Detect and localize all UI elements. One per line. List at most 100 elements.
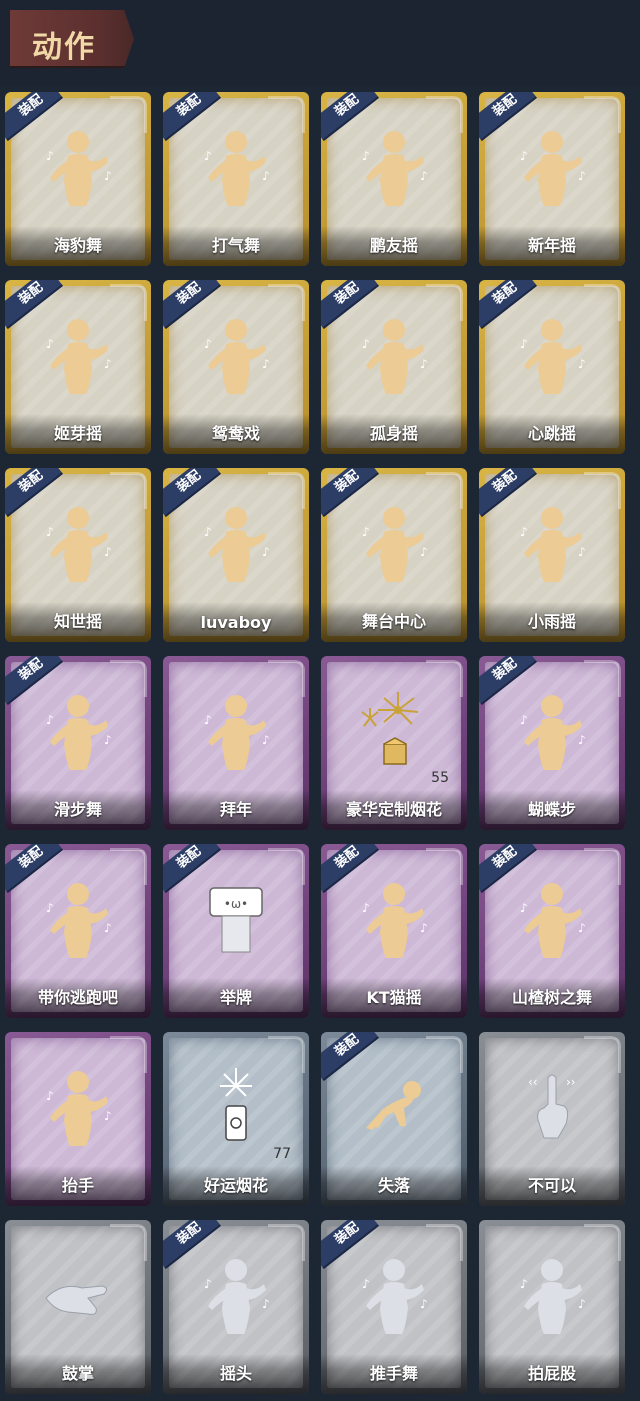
action-card[interactable]: ♪ ♪ 鸳鸯戏 装配 <box>163 280 309 454</box>
action-card[interactable]: ♪ ♪ luvaboy 装配 <box>163 468 309 642</box>
bow-figure-icon: ♪ ♪ <box>196 688 276 774</box>
crawl-figure-icon <box>354 1064 434 1150</box>
page-title: 动作 <box>32 30 96 65</box>
svg-text:♪: ♪ <box>520 337 528 351</box>
svg-text:♪: ♪ <box>420 1297 428 1311</box>
action-name: 豪华定制烟花 <box>345 800 442 819</box>
action-name: 打气舞 <box>211 236 260 255</box>
svg-text:♪: ♪ <box>104 1109 112 1123</box>
svg-text:•ω•: •ω• <box>224 897 248 911</box>
svg-text:♪: ♪ <box>420 169 428 183</box>
svg-text:♪: ♪ <box>262 733 270 747</box>
svg-text:♪: ♪ <box>520 713 528 727</box>
dance-figure-icon: ♪ ♪ <box>354 124 434 210</box>
action-card[interactable]: ‹‹ ›› 不可以 <box>479 1032 625 1206</box>
dance-figure-icon: ♪ ♪ <box>512 500 592 586</box>
svg-text:♪: ♪ <box>362 1277 370 1291</box>
action-name: 新年摇 <box>527 236 576 255</box>
dance-figure-icon: ♪ ♪ <box>512 124 592 210</box>
svg-text:♪: ♪ <box>262 169 270 183</box>
item-count: 77 <box>273 1146 291 1162</box>
action-name: 不可以 <box>527 1176 576 1195</box>
action-card[interactable]: 失落 装配 <box>321 1032 467 1206</box>
action-card[interactable]: ♪ ♪ 抬手 <box>5 1032 151 1206</box>
svg-text:♪: ♪ <box>520 525 528 539</box>
svg-text:♪: ♪ <box>420 545 428 559</box>
action-card[interactable]: ♪ ♪ 小雨摇 装配 <box>479 468 625 642</box>
action-name: 摇头 <box>219 1364 252 1383</box>
svg-text:♪: ♪ <box>104 733 112 747</box>
action-card[interactable]: ♪ ♪ 推手舞 装配 <box>321 1220 467 1394</box>
action-card[interactable]: ♪ ♪ 蝴蝶步 装配 <box>479 656 625 830</box>
action-card[interactable]: ♪ ♪ 海豹舞 装配 <box>5 92 151 266</box>
svg-text:♪: ♪ <box>46 149 54 163</box>
action-name: 姬芽摇 <box>53 424 102 443</box>
action-name: 鹏友摇 <box>369 236 418 255</box>
action-name: 拍屁股 <box>527 1364 576 1383</box>
action-name: 举牌 <box>219 988 252 1007</box>
svg-text:♪: ♪ <box>520 901 528 915</box>
action-card[interactable]: ♪ ♪ 打气舞 装配 <box>163 92 309 266</box>
svg-text:♪: ♪ <box>420 921 428 935</box>
action-card[interactable]: ♪ ♪ 姬芽摇 装配 <box>5 280 151 454</box>
sign-figure-icon: •ω• <box>196 876 276 962</box>
dance-figure-icon: ♪ ♪ <box>38 688 118 774</box>
action-name: 拜年 <box>219 800 252 819</box>
action-card[interactable]: •ω• 举牌 装配 <box>163 844 309 1018</box>
svg-text:♪: ♪ <box>578 733 586 747</box>
svg-text:♪: ♪ <box>578 1297 586 1311</box>
action-card[interactable]: 鼓掌 <box>5 1220 151 1394</box>
svg-text:♪: ♪ <box>46 1089 54 1103</box>
action-name: 蝴蝶步 <box>527 800 576 819</box>
svg-text:♪: ♪ <box>204 1277 212 1291</box>
action-card[interactable]: ♪ ♪ 滑步舞 装配 <box>5 656 151 830</box>
action-card[interactable]: ♪ ♪ 带你逃跑吧 装配 <box>5 844 151 1018</box>
action-card[interactable]: ♪ ♪ 拜年 <box>163 656 309 830</box>
svg-text:♪: ♪ <box>262 545 270 559</box>
svg-text:♪: ♪ <box>520 149 528 163</box>
action-card[interactable]: ♪ ♪ 新年摇 装配 <box>479 92 625 266</box>
svg-text:♪: ♪ <box>46 337 54 351</box>
action-name: 知世摇 <box>53 612 102 631</box>
dance-figure-icon: ♪ ♪ <box>196 124 276 210</box>
action-card[interactable]: 77 好运烟花 <box>163 1032 309 1206</box>
svg-text:♪: ♪ <box>420 357 428 371</box>
action-card[interactable]: ♪ ♪ 知世摇 装配 <box>5 468 151 642</box>
action-card[interactable]: ♪ ♪ 舞台中心 装配 <box>321 468 467 642</box>
action-card[interactable]: ♪ ♪ 孤身摇 装配 <box>321 280 467 454</box>
dance-figure-icon: ♪ ♪ <box>354 876 434 962</box>
action-card[interactable]: ♪ ♪ 山楂树之舞 装配 <box>479 844 625 1018</box>
dance-figure-icon: ♪ ♪ <box>196 312 276 398</box>
svg-text:♪: ♪ <box>204 337 212 351</box>
svg-text:♪: ♪ <box>520 1277 528 1291</box>
shake-head-figure-icon: ♪ ♪ <box>196 1252 276 1338</box>
action-name: 鸳鸯戏 <box>211 424 260 443</box>
svg-text:♪: ♪ <box>578 545 586 559</box>
action-name: 带你逃跑吧 <box>37 988 118 1007</box>
svg-text:♪: ♪ <box>362 337 370 351</box>
fireworks-icon <box>354 688 434 774</box>
action-card[interactable]: ♪ ♪ 鹏友摇 装配 <box>321 92 467 266</box>
clap-hands-icon <box>38 1252 118 1338</box>
action-name: KT猫摇 <box>366 988 422 1007</box>
finger-wag-icon: ‹‹ ›› <box>512 1064 592 1150</box>
svg-text:♪: ♪ <box>204 149 212 163</box>
svg-text:♪: ♪ <box>104 169 112 183</box>
dance-figure-icon: ♪ ♪ <box>512 876 592 962</box>
svg-text:♪: ♪ <box>104 921 112 935</box>
action-name: 失落 <box>377 1176 410 1195</box>
action-card[interactable]: ♪ ♪ 拍屁股 <box>479 1220 625 1394</box>
svg-text:♪: ♪ <box>362 525 370 539</box>
svg-text:♪: ♪ <box>46 713 54 727</box>
dance-figure-icon: ♪ ♪ <box>354 312 434 398</box>
dance-figure-icon: ♪ ♪ <box>512 312 592 398</box>
action-card[interactable]: ♪ ♪ 摇头 装配 <box>163 1220 309 1394</box>
raise-hand-figure-icon: ♪ ♪ <box>38 1064 118 1150</box>
action-name: 孤身摇 <box>369 424 418 443</box>
action-card[interactable]: 55 豪华定制烟花 <box>321 656 467 830</box>
action-name: 推手舞 <box>369 1364 418 1383</box>
action-card[interactable]: ♪ ♪ KT猫摇 装配 <box>321 844 467 1018</box>
action-name: 海豹舞 <box>53 236 102 255</box>
svg-text:♪: ♪ <box>578 169 586 183</box>
action-card[interactable]: ♪ ♪ 心跳摇 装配 <box>479 280 625 454</box>
